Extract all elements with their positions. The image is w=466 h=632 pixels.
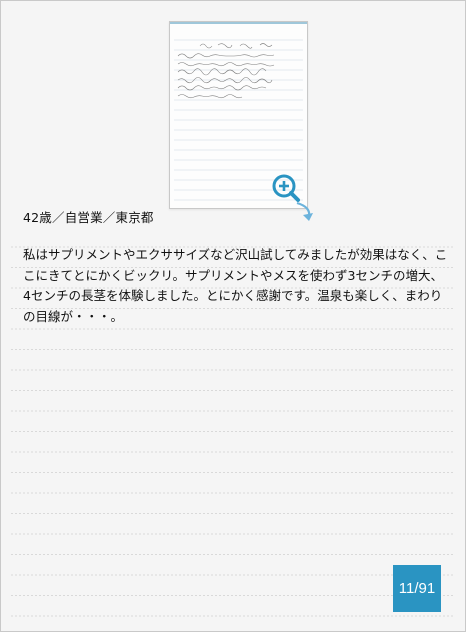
testimonial-text: 私はサプリメントやエクササイズなど沢山試してみましたが効果はなく、ここにきてとに…: [23, 247, 448, 324]
zoom-in-button[interactable]: [267, 173, 319, 225]
zoom-in-icon: [272, 174, 313, 221]
testimonial-card: 42歳／自営業／東京都 私はサプリメントやエクササイズなど沢山試してみましたが効…: [0, 0, 466, 632]
customer-profile: 42歳／自営業／東京都: [23, 210, 154, 225]
page-counter: 11/91: [393, 565, 441, 612]
